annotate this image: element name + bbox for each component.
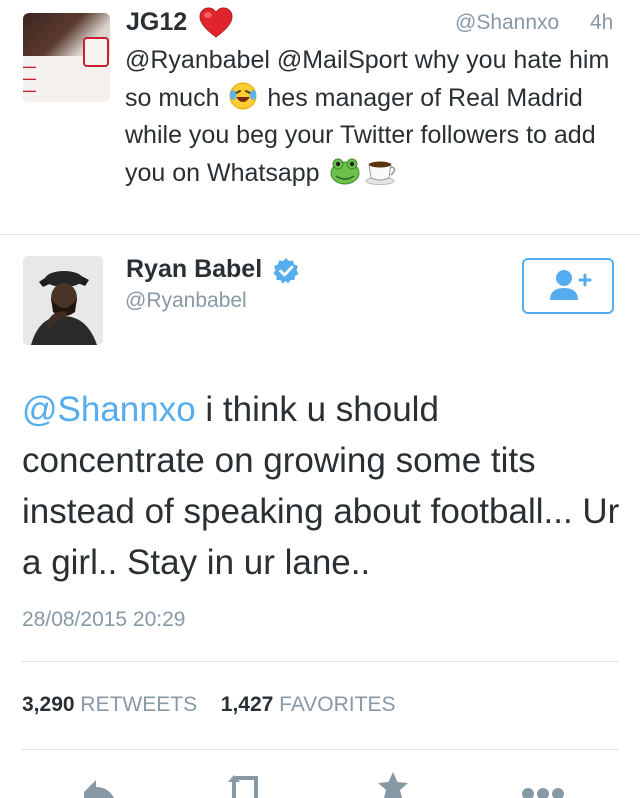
stats-divider-bottom — [22, 749, 618, 750]
mention-link[interactable]: @Shannxo — [22, 390, 196, 429]
tweet-divider — [0, 234, 640, 235]
retweet-icon[interactable] — [224, 770, 270, 798]
author-avatar[interactable] — [23, 256, 103, 345]
tweet-stats: 3,290 RETWEETS 1,427 FAVORITES — [22, 693, 395, 717]
verified-badge-icon — [273, 258, 299, 284]
heart-emoji — [199, 7, 233, 38]
favorites-label[interactable]: FAVORITES — [279, 693, 395, 716]
tweet-action-bar — [0, 770, 640, 798]
author-name[interactable]: Ryan Babel — [126, 255, 262, 284]
follow-user-icon — [550, 270, 592, 300]
favorites-count[interactable]: 1,427 — [221, 693, 274, 716]
avatar-photo — [23, 256, 103, 345]
tweet-date: 28/08/2015 20:29 — [22, 608, 186, 631]
more-icon[interactable] — [520, 770, 566, 798]
parent-timestamp: 4h — [590, 11, 614, 34]
tweet-text: @Shannxo i think u should concentrate on… — [22, 384, 622, 588]
follow-button[interactable] — [522, 258, 614, 314]
avatar-crest-shape — [83, 37, 109, 67]
avatar-shirt-print: — — — — [23, 59, 36, 98]
reply-icon[interactable] — [78, 770, 118, 798]
author-handle[interactable]: @Ryanbabel — [125, 289, 247, 313]
retweets-count[interactable]: 3,290 — [22, 693, 75, 716]
parent-author-name[interactable]: JG12 — [126, 8, 187, 37]
parent-avatar[interactable]: — — — — [23, 13, 110, 102]
laughing-crying-emoji — [229, 82, 257, 109]
stats-divider-top — [22, 661, 618, 662]
frog-emoji — [330, 158, 360, 184]
parent-tweet-text: @Ryanbabel @MailSport why you hate him s… — [125, 42, 625, 192]
favorite-icon[interactable] — [375, 770, 411, 798]
coffee-emoji — [365, 161, 395, 185]
parent-author-handle[interactable]: @Shannxo — [455, 11, 559, 35]
retweets-label[interactable]: RETWEETS — [80, 693, 197, 716]
